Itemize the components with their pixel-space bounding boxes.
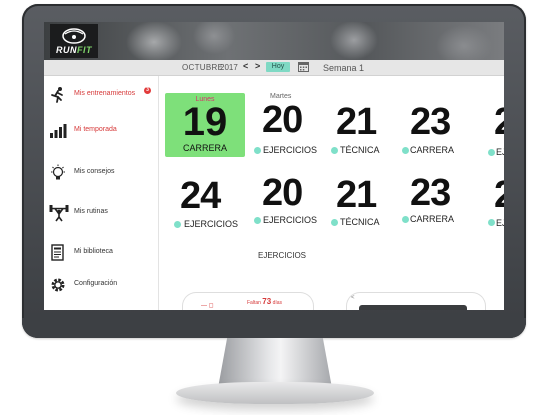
calendar-day[interactable]: 24 EJERCICIOS bbox=[174, 175, 244, 241]
monitor-stand-neck bbox=[218, 338, 332, 388]
today-button[interactable]: Hoy bbox=[266, 62, 290, 72]
day-number: 21 bbox=[336, 174, 377, 216]
countdown-days: 73 bbox=[262, 297, 272, 306]
workout-dot-icon bbox=[254, 217, 261, 224]
sidebar-item-mi-temporada[interactable]: Mi temporada bbox=[44, 120, 158, 144]
countdown-widget[interactable]: — ◻ Faltan 73 días bbox=[182, 292, 314, 310]
calendar-day[interactable]: 23 CARRERA bbox=[402, 172, 466, 238]
workout-dot-icon bbox=[174, 221, 181, 228]
day-number: 2 bbox=[494, 176, 504, 214]
calendar-day[interactable]: 21 TÉCNICA bbox=[331, 174, 394, 240]
workout-type: CARRERA bbox=[410, 145, 455, 155]
workout-type: CARRERA bbox=[410, 214, 455, 224]
calendar-day[interactable]: 20 EJERCICIOS bbox=[254, 172, 318, 238]
sidebar-item-label: Mi biblioteca bbox=[74, 248, 113, 255]
workout-dot-icon bbox=[488, 219, 495, 226]
bar-chart-icon bbox=[49, 122, 67, 140]
countdown-prefix: Faltan bbox=[247, 300, 261, 306]
runfit-logo[interactable]: RUNFIT bbox=[50, 24, 98, 58]
workout-dot-icon bbox=[331, 147, 338, 154]
widget-dark-panel bbox=[359, 305, 467, 310]
header-banner: RUNFIT bbox=[44, 22, 504, 60]
workout-dot-icon bbox=[254, 147, 261, 154]
sidebar-item-label: Mi temporada bbox=[74, 126, 117, 133]
calendar-day[interactable]: 2 EJ bbox=[488, 176, 504, 240]
workout-type: EJERCICIOS bbox=[263, 215, 318, 225]
sidebar-item-mis-entrenamientos[interactable]: Mis entrenamientos 3 bbox=[44, 84, 158, 108]
countdown-text: Faltan 73 días bbox=[247, 297, 282, 306]
calendar-day[interactable]: 21 TÉCNICA bbox=[331, 93, 394, 157]
gear-icon bbox=[49, 276, 67, 294]
today-card[interactable]: Lunes 19 CARRERA bbox=[165, 93, 245, 157]
date-navigation-bar: OCTUBRE 2017 < > Hoy Semana 1 bbox=[44, 60, 504, 76]
countdown-suffix: días bbox=[272, 300, 283, 306]
month-label: OCTUBRE bbox=[182, 63, 224, 72]
day-number: 19 bbox=[182, 100, 228, 144]
workout-dot-icon bbox=[402, 216, 409, 223]
book-icon bbox=[49, 244, 67, 262]
logo-run: RUN bbox=[56, 45, 77, 55]
day-number: 2 bbox=[494, 103, 504, 141]
logo-text: RUNFIT bbox=[50, 45, 98, 55]
secondary-widget[interactable]: < bbox=[346, 292, 486, 310]
widget-back-arrow[interactable]: < bbox=[351, 295, 355, 301]
sidebar-item-label: Mis consejos bbox=[74, 168, 115, 175]
workout-dot-icon bbox=[402, 147, 409, 154]
calendar-icon[interactable] bbox=[298, 61, 309, 74]
day-number: 23 bbox=[410, 101, 451, 143]
extra-workout-label[interactable]: EJERCICIOS bbox=[258, 251, 306, 260]
previous-week-button[interactable]: < bbox=[243, 61, 248, 71]
workout-type: EJERCICIOS bbox=[184, 219, 239, 229]
logo-fit: FIT bbox=[77, 45, 92, 55]
next-week-button[interactable]: > bbox=[255, 61, 260, 71]
day-number: 20 bbox=[262, 172, 303, 214]
app-screen: RUNFIT OCTUBRE 2017 < > Hoy Semana 1 Mis… bbox=[44, 22, 504, 310]
sidebar-item-label: Mis rutinas bbox=[74, 208, 108, 215]
calendar-day[interactable]: Martes 20 EJERCICIOS bbox=[254, 93, 318, 157]
sidebar-item-configuracion[interactable]: Configuración bbox=[44, 274, 158, 298]
runfit-logo-icon bbox=[62, 28, 86, 44]
day-number: 24 bbox=[180, 175, 221, 217]
workout-type: TÉCNICA bbox=[340, 217, 380, 227]
workout-dot-icon bbox=[488, 149, 495, 156]
workout-type: CARRERA bbox=[182, 143, 227, 153]
day-number: 21 bbox=[336, 101, 377, 143]
workout-type: TÉCNICA bbox=[340, 145, 380, 155]
sidebar-item-label: Mis entrenamientos bbox=[74, 90, 136, 97]
monitor-chin bbox=[22, 318, 526, 338]
week-label: Semana 1 bbox=[323, 63, 365, 73]
notification-badge: 3 bbox=[144, 87, 151, 94]
calendar-day[interactable]: 23 CARRERA bbox=[402, 93, 466, 157]
sidebar-item-mi-biblioteca[interactable]: Mi biblioteca bbox=[44, 242, 158, 266]
day-number: 23 bbox=[410, 172, 451, 214]
monitor-stand-base bbox=[176, 382, 374, 404]
sidebar: Mis entrenamientos 3 Mi temporada Mis co… bbox=[44, 76, 159, 310]
workout-type: EJ bbox=[496, 147, 504, 157]
workout-type: EJERCICIOS bbox=[263, 145, 318, 155]
sidebar-item-label: Configuración bbox=[74, 280, 118, 287]
workout-type: EJ bbox=[496, 218, 504, 228]
sidebar-item-mis-rutinas[interactable]: Mis rutinas bbox=[44, 202, 158, 226]
day-number: 20 bbox=[262, 99, 303, 141]
year-label: 2017 bbox=[220, 63, 238, 72]
weightlifter-icon bbox=[49, 204, 69, 222]
workout-dot-icon bbox=[331, 219, 338, 226]
lightbulb-icon bbox=[49, 164, 67, 182]
widget-controls: — ◻ bbox=[201, 303, 214, 309]
sidebar-item-mis-consejos[interactable]: Mis consejos bbox=[44, 162, 158, 186]
calendar-day[interactable]: 2 EJ bbox=[488, 93, 504, 157]
runner-icon bbox=[49, 86, 67, 104]
